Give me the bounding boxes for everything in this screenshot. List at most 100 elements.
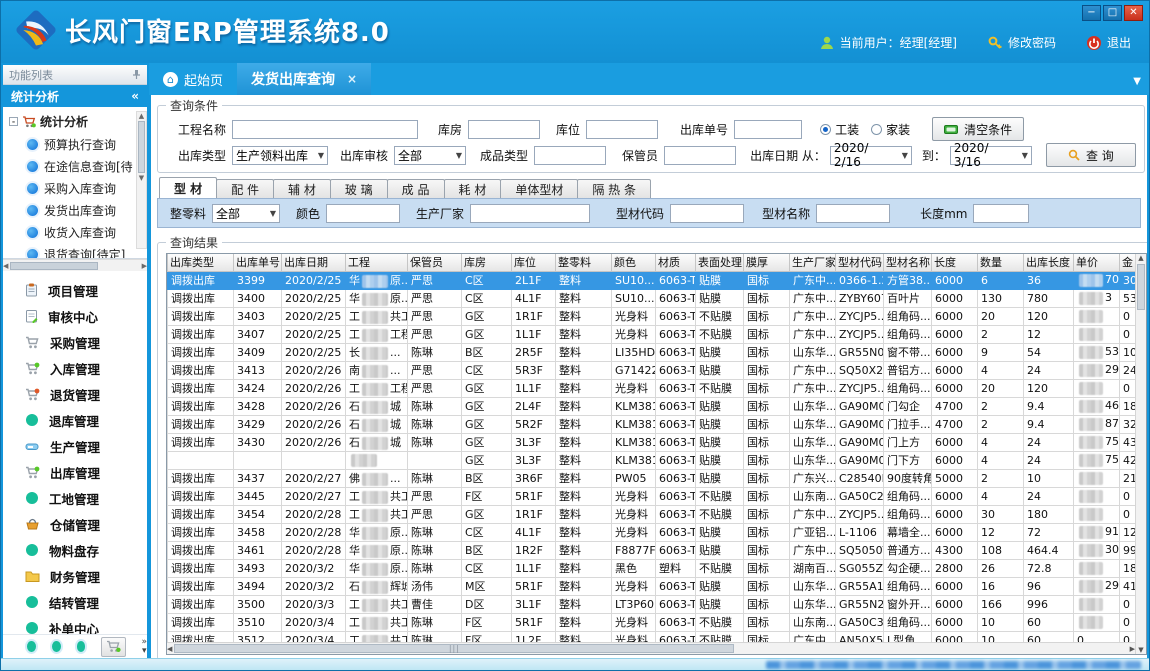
tree-item-5[interactable]: 退货查询[待定] — [7, 243, 145, 259]
sidebar-item-1[interactable]: 项目管理 — [3, 277, 147, 303]
table-row[interactable]: 调拨出库34092020/2/25长...陈琳B区2R5F整料LI35HD606… — [168, 343, 1146, 361]
material-tab-6[interactable]: 单体型材 — [500, 179, 578, 198]
panel-header-stats[interactable]: 统计分析 « — [3, 85, 147, 107]
column-header[interactable]: 整零料 — [556, 254, 612, 271]
tree-item-3[interactable]: 发货出库查询 — [7, 199, 145, 221]
clear-conditions-button[interactable]: 清空条件 — [932, 117, 1024, 141]
tab-close-icon[interactable]: × — [341, 72, 357, 86]
warehouse-input[interactable] — [468, 120, 540, 139]
zhengling-combo[interactable]: 全部▼ — [212, 204, 280, 223]
column-header[interactable]: 出库日期 — [282, 254, 346, 271]
column-header[interactable]: 保管员 — [408, 254, 462, 271]
collapse-icon[interactable]: « — [131, 89, 139, 103]
material-tab-5[interactable]: 耗 材 — [444, 179, 502, 198]
tab-list-caret-icon[interactable]: ▼ — [1133, 76, 1141, 87]
search-button[interactable]: 查 询 — [1046, 143, 1136, 167]
tab-home[interactable]: ⌂ 起始页 — [149, 63, 237, 95]
column-header[interactable]: 颜色 — [612, 254, 656, 271]
column-header[interactable]: 长度 — [932, 254, 978, 271]
table-row[interactable]: 调拨出库34942020/3/2石辉城汤伟M区5R1F整料光身料6063-T5贴… — [168, 577, 1146, 595]
sidebar-item-8[interactable]: 出库管理 — [3, 459, 147, 485]
material-tab-0[interactable]: 型 材 — [159, 177, 217, 198]
order-no-input[interactable] — [734, 120, 802, 139]
quick-dot-icon[interactable] — [52, 641, 61, 652]
more-chevron[interactable]: »▾ — [142, 638, 148, 656]
table-row[interactable]: 调拨出库34582020/2/28华原...陈琳C区4L1F整料光身料6063-… — [168, 523, 1146, 541]
product-type-input[interactable] — [534, 146, 606, 165]
table-row[interactable]: 调拨出库34242020/2/26工工程严思G区1L1F整料光身料6063-T5… — [168, 379, 1146, 397]
close-button[interactable]: ✕ — [1124, 5, 1143, 21]
column-header[interactable]: 生产厂家 — [790, 254, 836, 271]
sidebar-item-4[interactable]: 入库管理 — [3, 355, 147, 381]
column-header[interactable]: 数量 — [978, 254, 1024, 271]
column-header[interactable]: 出库单号 — [234, 254, 282, 271]
table-row[interactable]: 调拨出库34612020/2/28华原...陈琳B区1R2F整料F8877FT6… — [168, 541, 1146, 559]
tab-shipment-query[interactable]: 发货出库查询 × — [237, 63, 371, 95]
table-row[interactable]: 调拨出库34282020/2/26石城陈琳G区2L4F整料KLM38176063… — [168, 397, 1146, 415]
logout-link[interactable]: 退出 — [1086, 34, 1131, 51]
project-name-input[interactable] — [232, 120, 418, 139]
sidebar-item-13[interactable]: 结转管理 — [3, 589, 147, 615]
table-row[interactable]: 调拨出库34002020/2/25华原...严思C区4L1F整料SU10...6… — [168, 289, 1146, 307]
tree-item-2[interactable]: 采购入库查询 — [7, 177, 145, 199]
table-row[interactable]: 调拨出库34132020/2/26南...严思C区5R3F整料G71422606… — [168, 361, 1146, 379]
column-header[interactable]: 膜厚 — [744, 254, 790, 271]
out-type-combo[interactable]: 生产领料出库▼ — [232, 146, 328, 165]
table-row[interactable]: 调拨出库34372020/2/27佛...陈琳B区3R6F整料PW056063-… — [168, 469, 1146, 487]
table-row[interactable]: 调拨出库34292020/2/26石城陈琳G区5R2F整料KLM38176063… — [168, 415, 1146, 433]
radio-gongzhuang[interactable]: 工装 — [820, 121, 859, 138]
color-input[interactable] — [326, 204, 400, 223]
column-header[interactable]: 库房 — [462, 254, 512, 271]
quick-dot-icon[interactable] — [27, 641, 36, 652]
radio-jiazhuang[interactable]: 家装 — [871, 121, 910, 138]
column-header[interactable]: 库位 — [512, 254, 556, 271]
keeper-input[interactable] — [664, 146, 736, 165]
grid-horizontal-scrollbar[interactable]: ◀|||▶ — [167, 642, 1135, 654]
location-input[interactable] — [586, 120, 658, 139]
maximize-button[interactable]: □ — [1103, 5, 1122, 21]
column-header[interactable]: 型材代码 — [836, 254, 884, 271]
factory-input[interactable] — [470, 204, 590, 223]
tree-vertical-scrollbar[interactable]: ▲▼ — [136, 111, 147, 249]
material-tab-4[interactable]: 成 品 — [387, 179, 445, 198]
grid-vertical-scrollbar[interactable]: ▲▼ — [1135, 254, 1146, 654]
table-row[interactable]: 调拨出库35102020/3/4工共工程陈琳F区5R1F整料光身料6063-T5… — [168, 613, 1146, 631]
table-row[interactable]: 调拨出库35002020/3/3工共工程曹佳D区3L1F整料LT3P606063… — [168, 595, 1146, 613]
sidebar-item-3[interactable]: 采购管理 — [3, 329, 147, 355]
quick-dot-icon[interactable] — [77, 641, 86, 652]
sidebar-item-12[interactable]: 财务管理 — [3, 563, 147, 589]
sidebar-item-6[interactable]: 退库管理 — [3, 407, 147, 433]
quick-cart-button[interactable] — [101, 637, 125, 657]
tree-item-1[interactable]: 在途信息查询[待 — [7, 155, 145, 177]
table-row[interactable]: 调拨出库34072020/2/25工工程严思G区1L1F整料光身料6063-T5… — [168, 325, 1146, 343]
table-row[interactable]: 调拨出库34542020/2/28工共工程严思G区1R1F整料光身料6063-T… — [168, 505, 1146, 523]
profile-name-input[interactable] — [816, 204, 890, 223]
sidebar-item-14[interactable]: 补单中心 — [3, 615, 147, 634]
tree-expander-icon[interactable]: - — [9, 117, 18, 126]
table-row[interactable]: 调拨出库34452020/2/27工共工程严思F区5R1F整料光身料6063-T… — [168, 487, 1146, 505]
sidebar-item-10[interactable]: 仓储管理 — [3, 511, 147, 537]
table-row[interactable]: 调拨出库33992020/2/25华原...严思C区2L1F整料SU10...6… — [168, 271, 1146, 289]
material-tab-3[interactable]: 玻 璃 — [330, 179, 388, 198]
material-tab-1[interactable]: 配 件 — [216, 179, 274, 198]
date-to-picker[interactable]: 2020/ 3/16▼ — [950, 146, 1032, 165]
material-tab-2[interactable]: 辅 材 — [273, 179, 331, 198]
minimize-button[interactable]: − — [1082, 5, 1101, 21]
column-header[interactable]: 工程 — [346, 254, 408, 271]
sidebar-item-2[interactable]: 审核中心 — [3, 303, 147, 329]
audit-combo[interactable]: 全部▼ — [394, 146, 466, 165]
column-header[interactable]: 出库长度 — [1024, 254, 1074, 271]
column-header[interactable]: 材质 — [656, 254, 696, 271]
tree-item-4[interactable]: 收货入库查询 — [7, 221, 145, 243]
pin-icon[interactable] — [132, 69, 141, 80]
table-row[interactable]: 调拨出库34932020/3/2华原...陈琳C区1L1F整料黑色塑料不贴膜国标… — [168, 559, 1146, 577]
table-row[interactable]: G区3L3F整料KLM38176063-T5贴膜国标山东华...GA90M09.… — [168, 451, 1146, 469]
sidebar-item-11[interactable]: 物料盘存 — [3, 537, 147, 563]
length-input[interactable] — [973, 204, 1029, 223]
date-from-picker[interactable]: 2020/ 2/16▼ — [830, 146, 912, 165]
column-header[interactable]: 表面处理 — [696, 254, 744, 271]
change-password-link[interactable]: 修改密码 — [987, 34, 1056, 51]
sidebar-item-7[interactable]: 生产管理 — [3, 433, 147, 459]
sidebar-item-9[interactable]: 工地管理 — [3, 485, 147, 511]
tree-horizontal-scrollbar[interactable]: ◀▶ — [3, 259, 147, 271]
